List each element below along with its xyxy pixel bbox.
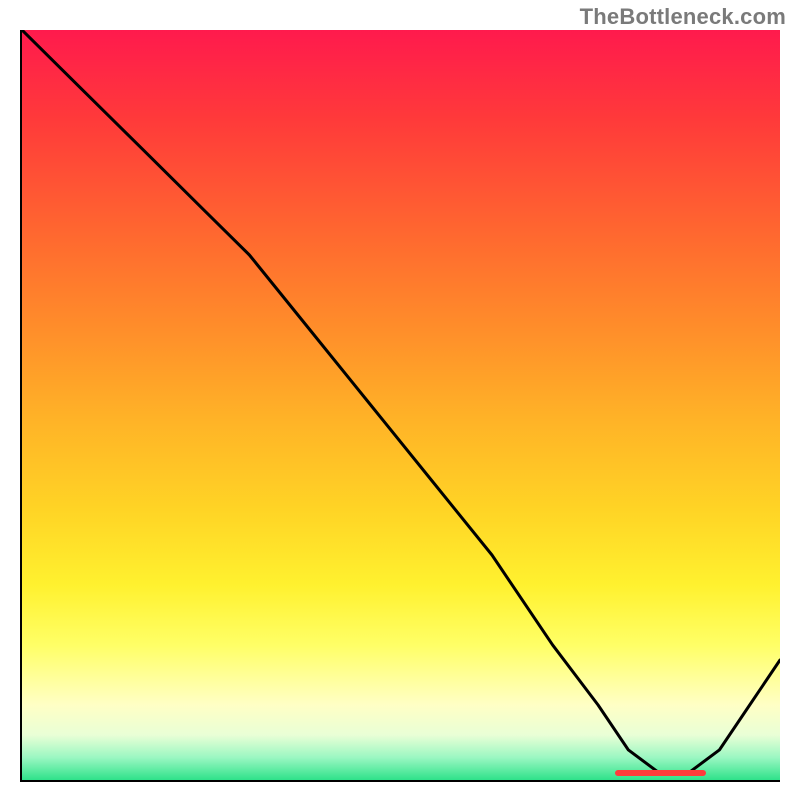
bottleneck-curve xyxy=(22,30,780,773)
curve-layer xyxy=(22,30,780,780)
plot-area xyxy=(20,30,780,782)
chart-container: TheBottleneck.com xyxy=(0,0,800,800)
optimum-range-marker xyxy=(615,770,706,776)
watermark-label: TheBottleneck.com xyxy=(580,4,786,30)
